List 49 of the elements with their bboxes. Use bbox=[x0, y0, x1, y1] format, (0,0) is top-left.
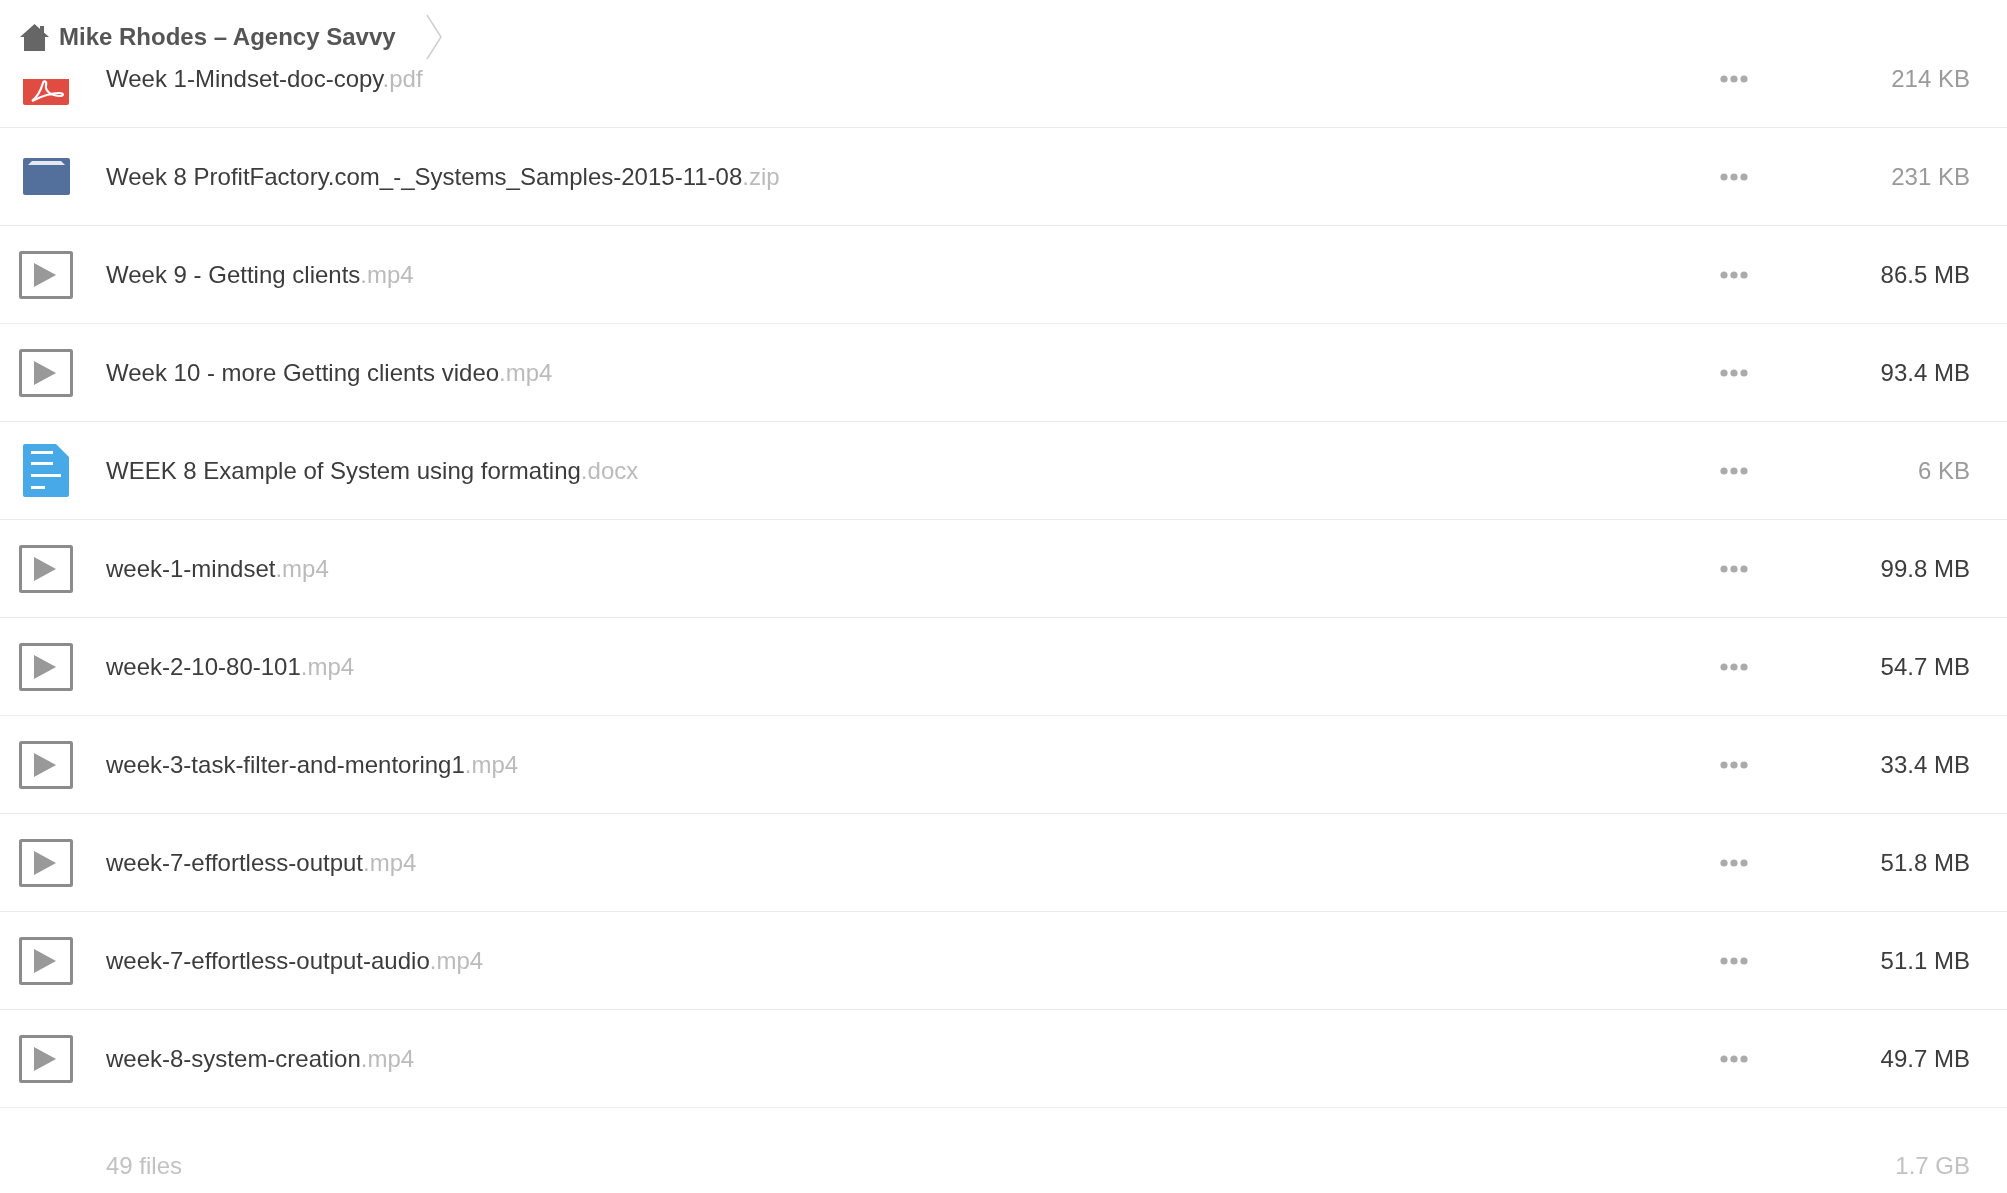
file-size: 214 KB bbox=[1891, 65, 1970, 92]
file-name[interactable]: week-7-effortless-output.mp4 bbox=[106, 849, 417, 876]
video-file-icon bbox=[19, 1034, 73, 1083]
file-name[interactable]: week-7-effortless-output-audio.mp4 bbox=[106, 947, 484, 974]
file-size: 51.8 MB bbox=[1880, 849, 1970, 876]
file-name[interactable]: week-1-mindset.mp4 bbox=[106, 555, 329, 582]
file-name[interactable]: week-2-10-80-101.mp4 bbox=[106, 653, 355, 680]
chevron-icon bbox=[425, 14, 442, 60]
total-size: 1.7 GB bbox=[1895, 1152, 1970, 1180]
file-size: 33.4 MB bbox=[1880, 751, 1970, 778]
file-size: 93.4 MB bbox=[1880, 359, 1970, 386]
file-name[interactable]: WEEK 8 Example of System using formating.docx bbox=[106, 457, 639, 484]
video-file-icon bbox=[19, 348, 73, 397]
file-count: 49 files bbox=[106, 1152, 183, 1180]
video-file-icon bbox=[19, 642, 73, 691]
more-icon[interactable] bbox=[1720, 564, 1748, 573]
home-icon[interactable] bbox=[20, 23, 49, 51]
file-size: 6 KB bbox=[1917, 457, 1970, 484]
file-name[interactable]: week-8-system-creation.mp4 bbox=[106, 1045, 415, 1072]
video-file-icon bbox=[19, 740, 73, 789]
document-icon bbox=[23, 444, 69, 497]
file-name[interactable]: Week 8 ProfitFactory.com_-_Systems_Samples-2015-11-08.zip bbox=[106, 163, 780, 190]
file-size: 99.8 MB bbox=[1880, 555, 1970, 582]
more-icon[interactable] bbox=[1720, 172, 1748, 181]
archive-icon bbox=[22, 158, 70, 195]
file-size: 231 KB bbox=[1891, 163, 1970, 190]
video-file-icon bbox=[19, 250, 73, 299]
more-icon[interactable] bbox=[1720, 1054, 1748, 1063]
video-file-icon bbox=[19, 544, 73, 593]
video-file-icon bbox=[19, 838, 73, 887]
file-name[interactable]: Week 1-Mindset-doc-copy.pdf bbox=[106, 65, 423, 92]
file-name[interactable]: week-3-task-filter-and-mentoring1.mp4 bbox=[106, 751, 519, 778]
file-size: 51.1 MB bbox=[1880, 947, 1970, 974]
more-icon[interactable] bbox=[1720, 858, 1748, 867]
file-size: 49.7 MB bbox=[1880, 1045, 1970, 1072]
more-icon[interactable] bbox=[1720, 466, 1748, 475]
more-icon[interactable] bbox=[1720, 662, 1748, 671]
file-size: 86.5 MB bbox=[1880, 261, 1970, 288]
pdf-file-icon bbox=[23, 79, 69, 105]
file-name[interactable]: Week 10 - more Getting clients video.mp4 bbox=[106, 359, 553, 386]
more-icon[interactable] bbox=[1720, 270, 1748, 279]
more-icon[interactable] bbox=[1720, 368, 1748, 377]
more-icon[interactable] bbox=[1720, 956, 1748, 965]
file-name[interactable]: Week 9 - Getting clients.mp4 bbox=[106, 261, 414, 288]
more-icon[interactable] bbox=[1720, 760, 1748, 769]
video-file-icon bbox=[19, 936, 73, 985]
breadcrumb-title: Mike Rhodes – Agency Savvy bbox=[59, 23, 396, 51]
file-size: 54.7 MB bbox=[1880, 653, 1970, 680]
more-icon[interactable] bbox=[1720, 74, 1748, 83]
